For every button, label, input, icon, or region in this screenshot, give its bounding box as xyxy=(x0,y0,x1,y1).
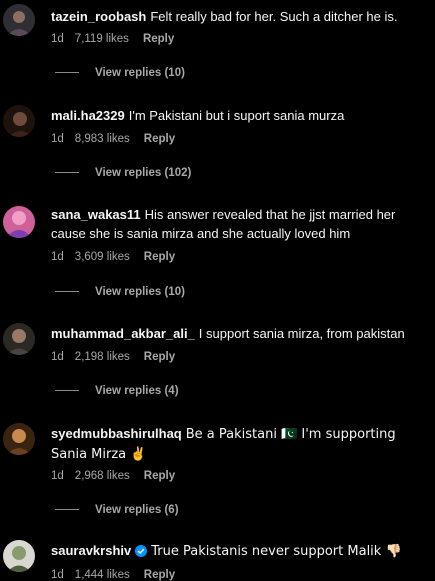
replies-divider xyxy=(55,509,79,511)
comment-likes[interactable]: 2,968 likes xyxy=(75,470,130,482)
comment-item: syedmubbashirulhaq Be a Pakistani 🇵🇰 I'm … xyxy=(0,418,435,533)
avatar[interactable] xyxy=(3,323,35,355)
avatar-image xyxy=(3,423,35,455)
comment-username[interactable]: sauravkrshiv xyxy=(51,543,131,558)
view-replies-label: View replies (6) xyxy=(95,504,179,516)
avatar[interactable] xyxy=(3,206,35,238)
comment-time: 1d xyxy=(51,351,64,363)
comment-time: 1d xyxy=(51,251,64,263)
reply-button[interactable]: Reply xyxy=(144,569,175,581)
comment-username[interactable]: muhammad_akbar_ali_ xyxy=(51,326,195,341)
replies-divider xyxy=(55,172,79,174)
view-replies-label: View replies (4) xyxy=(95,385,179,397)
view-replies-button[interactable]: View replies (102) xyxy=(55,167,191,179)
comment-time: 1d xyxy=(51,470,64,482)
comment-username[interactable]: syedmubbashirulhaq xyxy=(51,426,182,441)
comment-time: 1d xyxy=(51,569,64,581)
comment-body: True Pakistanis never support Malik 👎🏻 xyxy=(151,544,402,559)
comment-likes[interactable]: 7,119 likes xyxy=(75,33,129,45)
comment-text: sauravkrshiv True Pakistanis never suppor… xyxy=(51,541,427,562)
view-replies-button[interactable]: View replies (6) xyxy=(55,504,179,516)
avatar-image xyxy=(3,105,35,137)
reply-button[interactable]: Reply xyxy=(144,133,175,145)
comment-meta: 1d 2,198 likes Reply xyxy=(51,351,189,363)
comment-meta: 1d 7,119 likes Reply xyxy=(51,33,188,45)
replies-divider xyxy=(55,72,79,74)
avatar[interactable] xyxy=(3,540,35,572)
comment-username[interactable]: tazein_roobash xyxy=(51,9,146,24)
comment-likes[interactable]: 3,609 likes xyxy=(75,251,130,263)
comment-item: tazein_roobash Felt really bad for her. S… xyxy=(0,0,435,95)
comment-item: sana_wakas11 His answer revealed that he … xyxy=(0,199,435,314)
comment-username[interactable]: sana_wakas11 xyxy=(51,207,141,222)
comment-text: mali.ha2329 I'm Pakistani but i suport sa… xyxy=(51,106,427,125)
comment-time: 1d xyxy=(51,33,64,45)
comment-meta: 1d 3,609 likes Reply xyxy=(51,251,189,263)
comment-body: Felt really bad for her. Such a ditcher … xyxy=(150,9,398,24)
view-replies-button[interactable]: View replies (10) xyxy=(55,67,185,79)
avatar-image xyxy=(3,323,35,355)
comment-meta: 1d 8,983 likes Reply xyxy=(51,133,189,145)
reply-button[interactable]: Reply xyxy=(143,33,174,45)
avatar[interactable] xyxy=(3,4,35,36)
avatar[interactable] xyxy=(3,423,35,455)
avatar-image xyxy=(3,4,35,36)
avatar-image xyxy=(3,206,35,238)
comment-body: I support sania mirza, from pakistan xyxy=(198,326,405,341)
comment-likes[interactable]: 2,198 likes xyxy=(75,351,130,363)
replies-divider xyxy=(55,291,79,293)
view-replies-label: View replies (10) xyxy=(95,286,185,298)
comment-likes[interactable]: 1,444 likes xyxy=(75,569,130,581)
verified-badge-icon xyxy=(135,543,148,562)
reply-button[interactable]: Reply xyxy=(144,470,175,482)
comment-meta: 1d 1,444 likes Reply xyxy=(51,569,189,581)
comment-text: muhammad_akbar_ali_ I support sania mirza… xyxy=(51,324,427,343)
view-replies-button[interactable]: View replies (10) xyxy=(55,286,185,298)
comment-body: I'm Pakistani but i suport sania murza xyxy=(128,108,345,123)
view-replies-button[interactable]: View replies (4) xyxy=(55,385,179,397)
comment-text: tazein_roobash Felt really bad for her. S… xyxy=(51,7,427,26)
comment-meta: 1d 2,968 likes Reply xyxy=(51,470,189,482)
reply-button[interactable]: Reply xyxy=(144,251,175,263)
comment-item: muhammad_akbar_ali_ I support sania mirza… xyxy=(0,318,435,418)
view-replies-label: View replies (10) xyxy=(95,67,185,79)
comment-item: sauravkrshiv True Pakistanis never suppor… xyxy=(0,536,435,581)
comment-likes[interactable]: 8,983 likes xyxy=(75,133,130,145)
avatar[interactable] xyxy=(3,105,35,137)
comment-time: 1d xyxy=(51,133,64,145)
comment-text: sana_wakas11 His answer revealed that he … xyxy=(51,205,427,243)
reply-button[interactable]: Reply xyxy=(144,351,175,363)
replies-divider xyxy=(55,390,79,392)
comment-text: syedmubbashirulhaq Be a Pakistani 🇵🇰 I'm … xyxy=(51,424,427,464)
view-replies-label: View replies (102) xyxy=(95,167,192,179)
avatar-image xyxy=(3,540,35,572)
comment-item: mali.ha2329 I'm Pakistani but i suport sa… xyxy=(0,100,435,195)
comment-username[interactable]: mali.ha2329 xyxy=(51,108,125,123)
